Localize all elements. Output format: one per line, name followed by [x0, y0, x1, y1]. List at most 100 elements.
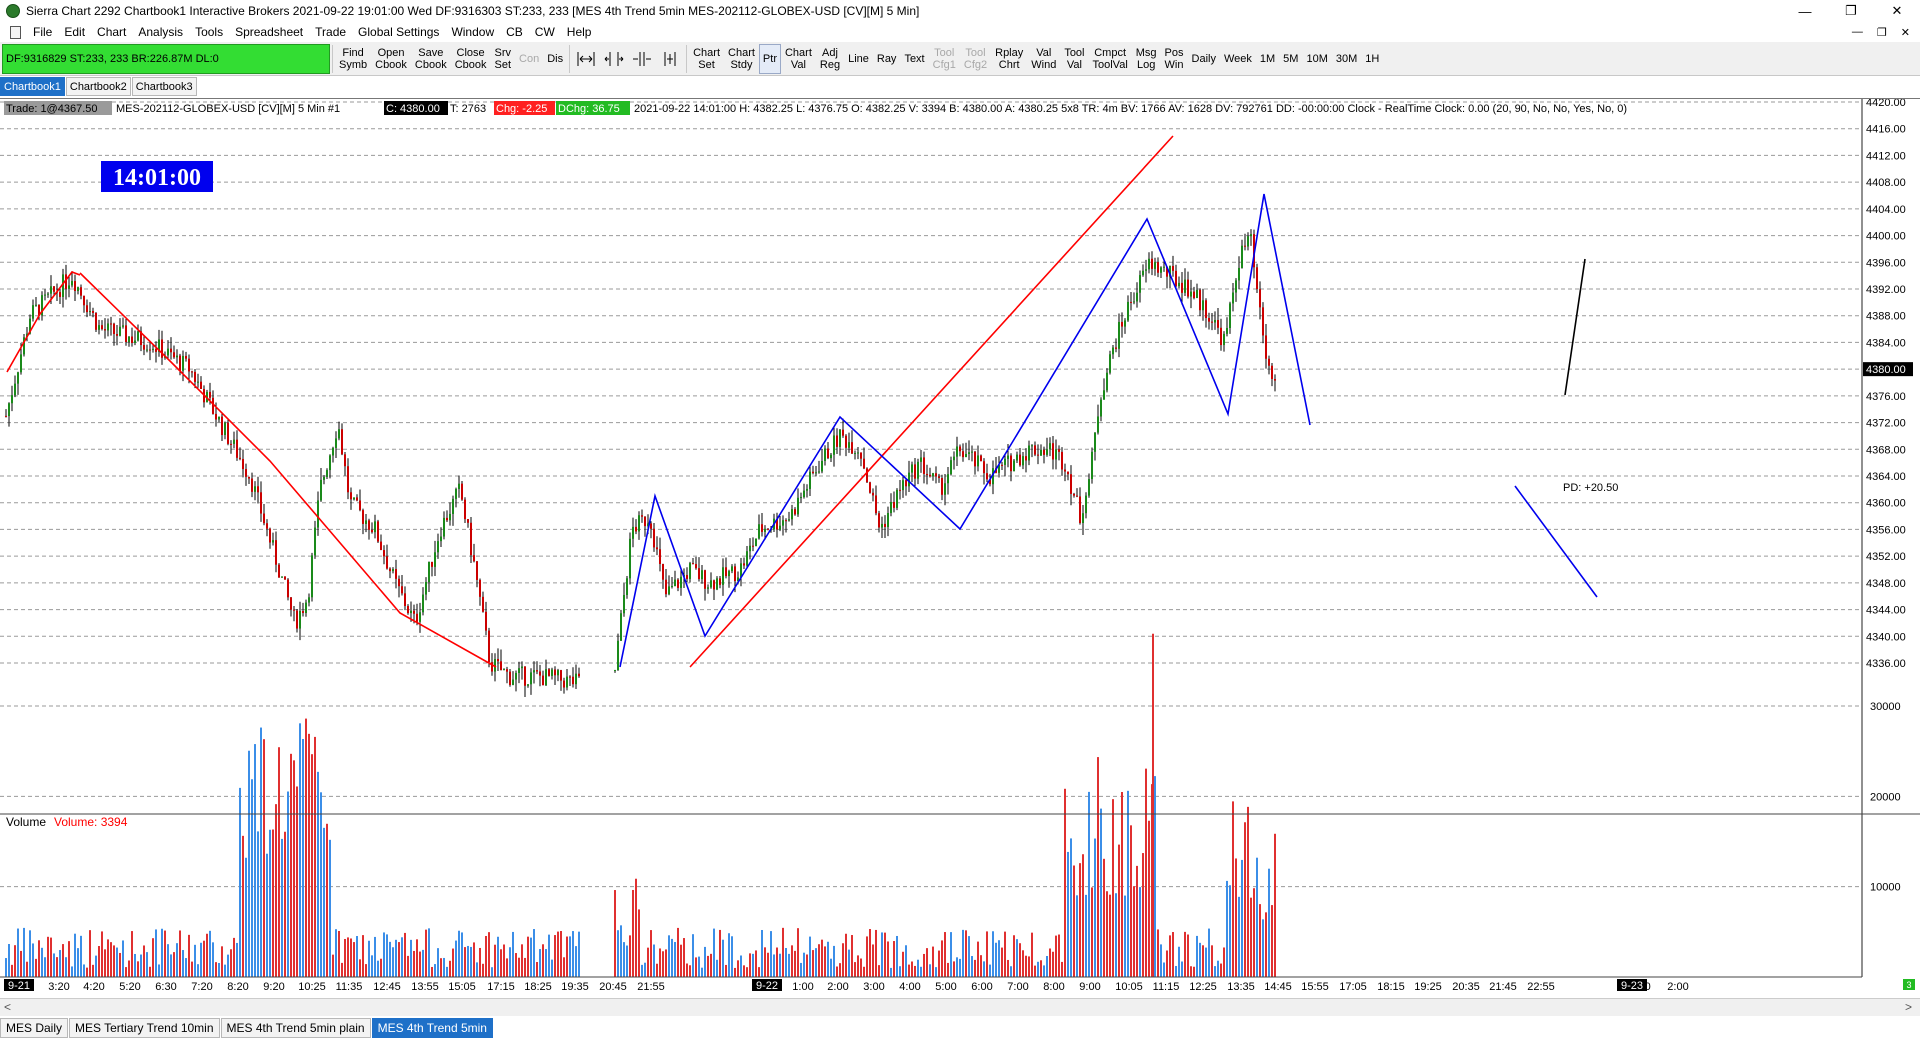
- toolbar-button-week[interactable]: Week: [1220, 44, 1256, 74]
- time-tick-label: 11:15: [1153, 981, 1180, 991]
- toolbar-button-con[interactable]: Con: [515, 44, 543, 74]
- toolbar-button-tool-cfg2[interactable]: Tool Cfg2: [960, 44, 991, 74]
- volume-bar: [413, 950, 415, 977]
- toolbar-button-open-cbook[interactable]: Open Cbook: [371, 44, 411, 74]
- menu-global-settings[interactable]: Global Settings: [352, 25, 445, 39]
- menu-spreadsheet[interactable]: Spreadsheet: [229, 25, 309, 39]
- candle-body: [251, 478, 253, 492]
- volume-bar: [320, 792, 322, 977]
- volume-bar: [926, 948, 928, 977]
- toolbar-button-30m[interactable]: 30M: [1332, 44, 1361, 74]
- toolbar-button-daily[interactable]: Daily: [1188, 44, 1220, 74]
- toolbar-button-1h[interactable]: 1H: [1361, 44, 1383, 74]
- toolbar-button-chart-stdy[interactable]: Chart Stdy: [724, 44, 759, 74]
- candle-body: [446, 517, 448, 521]
- volume-bar: [83, 964, 85, 977]
- volume-bar: [641, 964, 643, 977]
- price-chart[interactable]: 4420.00 4416.00 4412.00 4408.00 4404.00 4400.…: [0, 97, 1920, 993]
- chartbook-tab-3[interactable]: Chartbook3: [131, 77, 197, 96]
- volume-bar: [482, 963, 484, 977]
- volume-bar: [386, 934, 388, 977]
- scale-expand-icon[interactable]: [600, 44, 628, 74]
- candle-body: [938, 476, 940, 479]
- toolbar-button-1m[interactable]: 1M: [1256, 44, 1279, 74]
- menu-analysis[interactable]: Analysis: [132, 25, 189, 39]
- volume-bar: [1175, 965, 1177, 977]
- volume-bar: [758, 967, 760, 977]
- toolbar-button-chart-set[interactable]: Chart Set: [689, 44, 724, 74]
- bar-spacing-decrease-icon[interactable]: [628, 44, 656, 74]
- price-tick-label: 4396.00: [1866, 257, 1906, 269]
- mdi-close-icon[interactable]: ✕: [1901, 26, 1910, 39]
- toolbar-button-rplay-chrt[interactable]: Rplay Chrt: [991, 44, 1027, 74]
- candle-body: [221, 416, 223, 436]
- chart-tab-mes-tertiary[interactable]: MES Tertiary Trend 10min: [69, 1018, 220, 1038]
- toolbar-button-10m[interactable]: 10M: [1302, 44, 1331, 74]
- toolbar-button-line[interactable]: Line: [844, 44, 873, 74]
- toolbar-button-find-symb[interactable]: Find Symb: [335, 44, 371, 74]
- volume-bar: [287, 791, 289, 977]
- chart-tab-mes-4th-plain[interactable]: MES 4th Trend 5min plain: [220, 1018, 371, 1038]
- minimize-icon[interactable]: —: [1782, 0, 1828, 22]
- chartbook-tab-2[interactable]: Chartbook2: [65, 77, 131, 96]
- volume-bar: [821, 939, 823, 977]
- chart-tab-mes-daily[interactable]: MES Daily: [0, 1018, 69, 1038]
- volume-bar: [1130, 825, 1132, 977]
- toolbar-button-close-cbook[interactable]: Close Cbook: [451, 44, 491, 74]
- menu-cw[interactable]: CW: [529, 25, 561, 39]
- menu-chart[interactable]: Chart: [91, 25, 132, 39]
- toolbar-button-text[interactable]: Text: [900, 44, 928, 74]
- horizontal-scrollbar[interactable]: < >: [0, 998, 1920, 1016]
- toolbar-button-msg-log[interactable]: Msg Log: [1132, 44, 1161, 74]
- toolbar-separator: [686, 44, 688, 73]
- volume-bar: [1007, 959, 1009, 977]
- bar-spacing-increase-icon[interactable]: [656, 44, 684, 74]
- menu-trade[interactable]: Trade: [309, 25, 352, 39]
- volume-bar: [449, 960, 451, 977]
- chart-area[interactable]: 4420.00 4416.00 4412.00 4408.00 4404.00 4400.…: [0, 97, 1920, 993]
- toolbar-button-dis[interactable]: Dis: [543, 44, 567, 74]
- toolbar-button-tool-val[interactable]: Tool Val: [1060, 44, 1088, 74]
- document-icon[interactable]: [10, 25, 21, 39]
- account-status[interactable]: DF:9316829 ST:233, 233 BR:226.87M DL:0: [2, 43, 330, 74]
- volume-tick-label: 10000: [1870, 882, 1901, 894]
- toolbar-button-srv-set[interactable]: Srv Set: [491, 44, 516, 74]
- volume-bar: [464, 947, 466, 977]
- menu-edit[interactable]: Edit: [58, 25, 91, 39]
- menu-tools[interactable]: Tools: [189, 25, 229, 39]
- toolbar-button-chart-val[interactable]: Chart Val: [781, 44, 816, 74]
- toolbar-button-ray[interactable]: Ray: [873, 44, 901, 74]
- volume-bar: [725, 964, 727, 977]
- candle-body: [974, 451, 976, 467]
- volume-bar: [26, 961, 28, 977]
- toolbar-button-pos-win[interactable]: Pos Win: [1161, 44, 1188, 74]
- close-icon[interactable]: ✕: [1874, 0, 1920, 22]
- chartbook-tab-1[interactable]: Chartbook1: [0, 77, 65, 96]
- candle-body: [113, 323, 115, 335]
- volume-bar: [110, 942, 112, 977]
- toolbar-button-save-cbook[interactable]: Save Cbook: [411, 44, 451, 74]
- date-marker-label: 9-23: [1621, 980, 1643, 991]
- volume-bar: [524, 957, 526, 977]
- menu-window[interactable]: Window: [445, 25, 500, 39]
- candle-body: [254, 486, 256, 492]
- menu-help[interactable]: Help: [561, 25, 598, 39]
- scale-range-icon[interactable]: [572, 44, 600, 74]
- chart-tab-mes-4th[interactable]: MES 4th Trend 5min: [371, 1018, 493, 1038]
- pd-label[interactable]: PD: +20.50: [1563, 482, 1618, 494]
- scroll-left-icon[interactable]: <: [4, 1000, 11, 1014]
- mdi-restore-icon[interactable]: ❐: [1877, 26, 1887, 39]
- candle-body: [1196, 289, 1198, 299]
- toolbar-button-ptr[interactable]: Ptr: [758, 43, 781, 74]
- maximize-icon[interactable]: ❐: [1828, 0, 1874, 22]
- toolbar-button-5m[interactable]: 5M: [1279, 44, 1302, 74]
- menu-cb[interactable]: CB: [500, 25, 529, 39]
- toolbar-button-adj-reg[interactable]: Adj Reg: [816, 44, 844, 74]
- volume-bar: [1103, 858, 1105, 977]
- scroll-right-icon[interactable]: >: [1905, 1000, 1912, 1014]
- menu-file[interactable]: File: [27, 25, 58, 39]
- mdi-minimize-icon[interactable]: —: [1852, 26, 1863, 38]
- toolbar-button-tool-cfg1[interactable]: Tool Cfg1: [929, 44, 960, 74]
- toolbar-button-cmpct-toolval[interactable]: Cmpct ToolVal: [1089, 44, 1132, 74]
- toolbar-button-val-wind[interactable]: Val Wind: [1027, 44, 1060, 74]
